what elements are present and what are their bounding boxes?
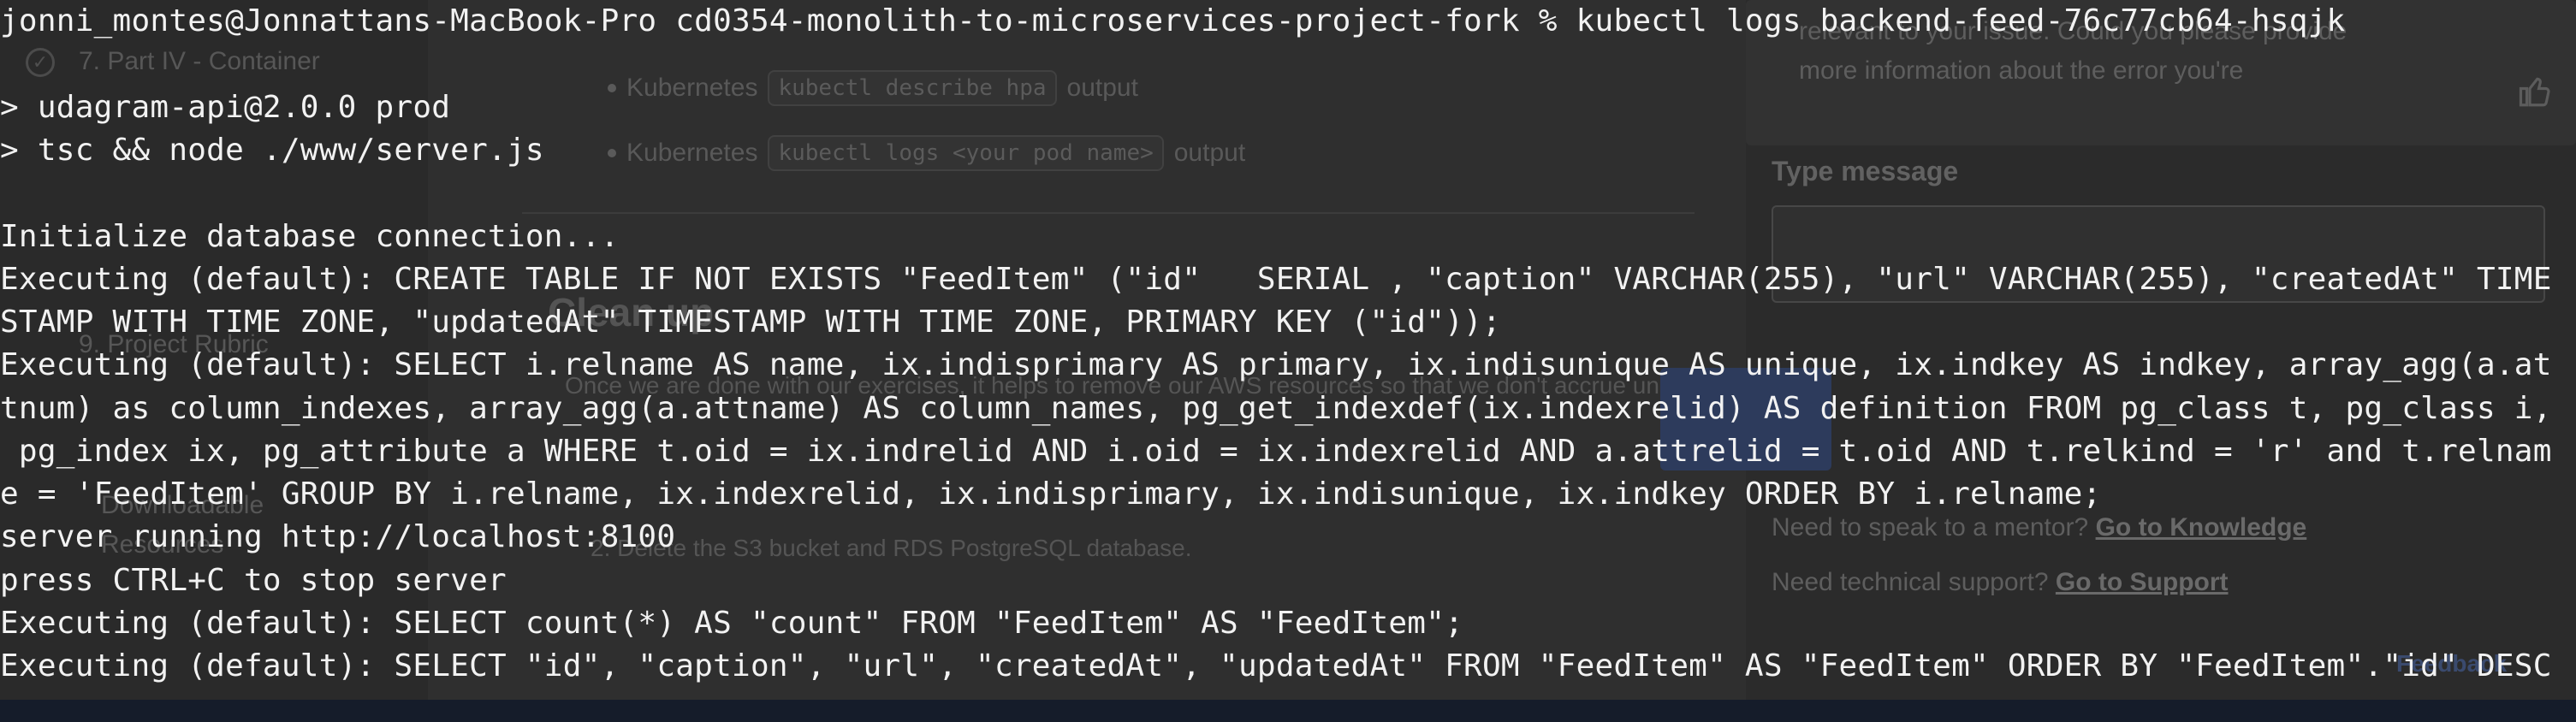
terminal-line-14: press CTRL+C to stop server <box>0 563 507 598</box>
terminal-line-9: Executing (default): SELECT i.relname AS… <box>0 347 2552 382</box>
terminal-line-15: Executing (default): SELECT count(*) AS … <box>0 606 1464 641</box>
terminal-line-3: > udagram-api@2.0.0 prod <box>0 90 451 125</box>
terminal-line-12: e = 'FeedItem' GROUP BY i.relname, ix.in… <box>0 476 2102 512</box>
terminal-line-6: Initialize database connection... <box>0 219 620 254</box>
terminal-line-10: tnum) as column_indexes, array_agg(a.att… <box>0 391 2552 426</box>
screen: ✓ 7. Part IV - Container 9. Project Rubr… <box>0 0 2576 722</box>
terminal-line-7: Executing (default): CREATE TABLE IF NOT… <box>0 262 2552 297</box>
terminal-line-13: server running http://localhost:8100 <box>0 519 676 554</box>
terminal-line-4: > tsc && node ./www/server.js <box>0 133 544 168</box>
terminal-window[interactable]: jonni_montes@Jonnattans-MacBook-Pro cd03… <box>0 0 2576 722</box>
terminal-bottom-strip <box>0 700 2576 722</box>
terminal-line-16: Executing (default): SELECT "id", "capti… <box>0 648 2552 684</box>
terminal-line-8: STAMP WITH TIME ZONE, "updatedAt" TIMEST… <box>0 305 1501 340</box>
terminal-line-1: jonni_montes@Jonnattans-MacBook-Pro cd03… <box>0 3 2346 38</box>
terminal-line-11: pg_index ix, pg_attribute a WHERE t.oid … <box>0 434 2552 469</box>
